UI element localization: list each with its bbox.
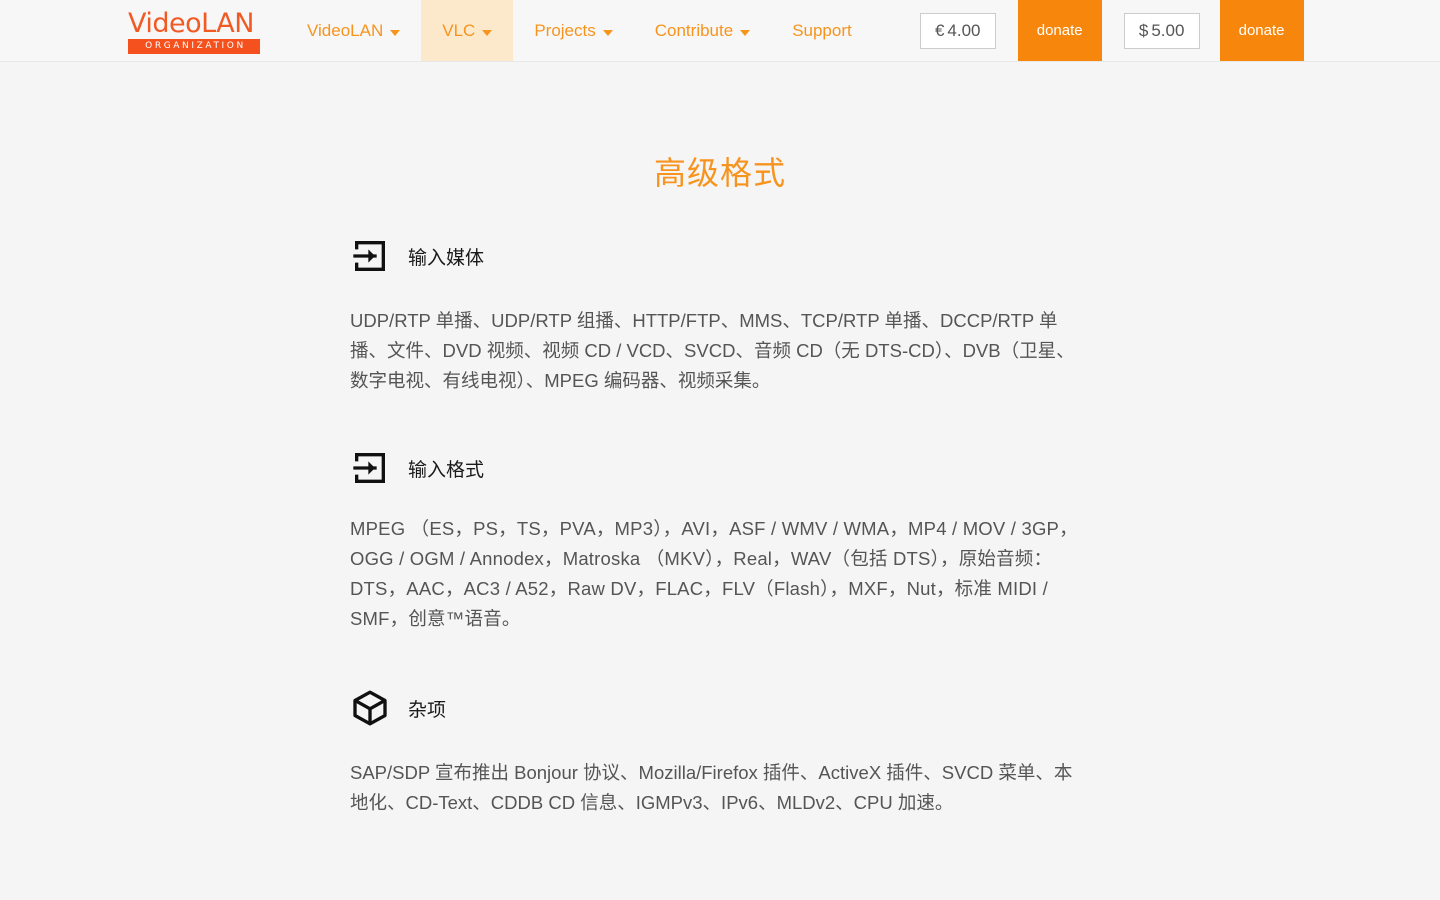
nav-item-vlc[interactable]: VLC [421, 0, 514, 61]
nav-item-support[interactable]: Support [771, 0, 873, 61]
donate-amount-eur-input[interactable]: € 4.00 [919, 12, 996, 49]
section-body: UDP/RTP 单播、UDP/RTP 组播、HTTP/FTP、MMS、TCP/R… [350, 310, 1075, 391]
nav-item-label: Contribute [654, 20, 734, 40]
log-in-icon [350, 236, 390, 276]
donate-amount-usd-input[interactable]: $ 5.00 [1123, 12, 1200, 49]
chevron-down-icon [602, 29, 613, 36]
page-title: 高级格式 [653, 155, 786, 191]
chevron-down-icon [740, 29, 751, 36]
donate-amount-usd-value: 5.00 [1151, 20, 1185, 40]
nav-item-videolan[interactable]: VideoLAN [286, 0, 421, 61]
videolan-logo[interactable]: VideoLAN ORGANIZATION [128, 0, 260, 61]
features-content: 输入媒体 UDP/RTP 单播、UDP/RTP 组播、HTTP/FTP、MMS、… [350, 194, 1090, 818]
section-input-media: 输入媒体 UDP/RTP 单播、UDP/RTP 组播、HTTP/FTP、MMS、… [350, 236, 1090, 396]
section-title: 输入格式 [408, 459, 485, 481]
nav-item-label: Projects [534, 20, 596, 40]
logo-organization-text: ORGANIZATION [145, 41, 246, 51]
donate-amount-eur-value: 4.00 [947, 20, 981, 40]
nav-item-label: VideoLAN [307, 20, 384, 40]
nav-item-projects[interactable]: Projects [513, 0, 633, 61]
top-navbar: VideoLAN ORGANIZATION VideoLAN VLC Proje… [0, 0, 1440, 62]
logo-wordmark: VideoLAN [128, 7, 254, 39]
log-in-icon [350, 448, 390, 488]
box-icon [350, 688, 390, 728]
nav-item-label: Support [792, 20, 852, 40]
section-body: SAP/SDP 宣布推出 Bonjour 协议、Mozilla/Firefox … [350, 762, 1073, 813]
chevron-down-icon [482, 29, 493, 36]
section-title: 杂项 [408, 699, 447, 721]
donate-button-usd[interactable]: donate [1219, 0, 1304, 61]
chevron-down-icon [390, 29, 401, 36]
section-title: 输入媒体 [408, 247, 485, 269]
nav-item-contribute[interactable]: Contribute [634, 0, 771, 61]
section-input-formats: 输入格式 MPEG （ES，PS，TS，PVA，MP3），AVI，ASF / W… [350, 448, 1090, 634]
logo-organization-bar: ORGANIZATION [128, 38, 260, 54]
section-misc: 杂项 SAP/SDP 宣布推出 Bonjour 协议、Mozilla/Firef… [350, 688, 1090, 818]
nav-links: VideoLAN VLC Projects Contribute Support [286, 0, 873, 61]
dollar-symbol: $ [1138, 20, 1149, 40]
section-header: 输入媒体 [350, 236, 1090, 276]
donate-controls: € 4.00 donate $ 5.00 donate [919, 0, 1304, 61]
section-body: MPEG （ES，PS，TS，PVA，MP3），AVI，ASF / WMV / … [350, 518, 1078, 629]
section-header: 杂项 [350, 688, 1090, 728]
nav-item-label: VLC [442, 20, 476, 40]
donate-button-eur[interactable]: donate [1017, 0, 1102, 61]
section-header: 输入格式 [350, 448, 1090, 488]
euro-symbol: € [934, 20, 945, 40]
